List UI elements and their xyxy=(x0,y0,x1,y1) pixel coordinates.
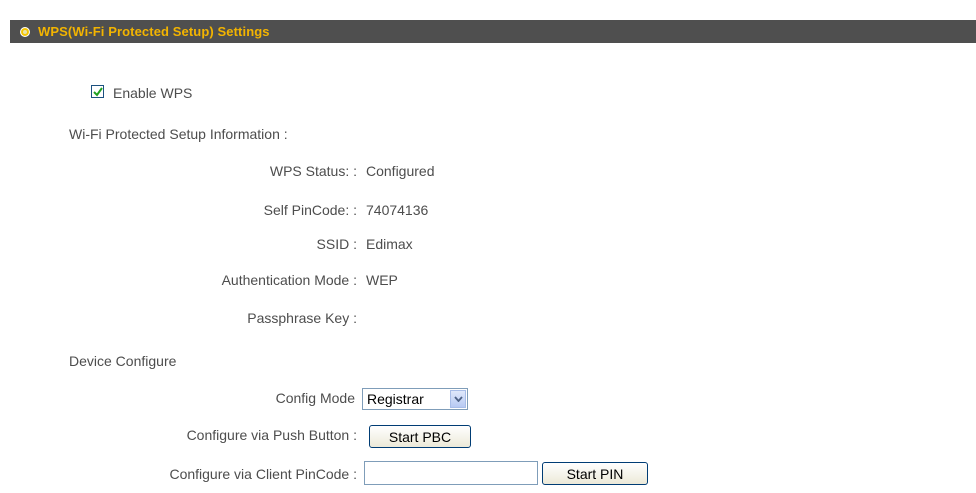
config-mode-label: Config Mode xyxy=(275,390,355,406)
config-mode-value: Registrar xyxy=(367,391,424,407)
start-pbc-button[interactable]: Start PBC xyxy=(369,425,471,448)
config-mode-select[interactable]: Registrar xyxy=(362,388,468,410)
client-pincode-input[interactable] xyxy=(364,461,538,485)
ssid-label: SSID : xyxy=(316,236,357,252)
enable-wps-label: Enable WPS xyxy=(113,85,193,101)
wps-status-value: Configured xyxy=(366,163,435,179)
bullet-icon xyxy=(20,26,30,37)
auth-mode-label: Authentication Mode : xyxy=(221,272,357,288)
push-button-label: Configure via Push Button : xyxy=(186,427,357,443)
client-pin-label: Configure via Client PinCode : xyxy=(169,466,357,482)
wps-status-label: WPS Status: : xyxy=(269,163,357,179)
section-header: WPS(Wi-Fi Protected Setup) Settings xyxy=(10,20,976,43)
ssid-value: Edimax xyxy=(366,236,413,252)
checkmark-icon xyxy=(93,87,103,97)
start-pin-button[interactable]: Start PIN xyxy=(542,462,648,485)
self-pincode-label: Self PinCode: : xyxy=(263,202,357,218)
chevron-down-icon[interactable] xyxy=(450,390,466,408)
self-pincode-value: 74074136 xyxy=(366,202,429,218)
enable-wps-checkbox[interactable] xyxy=(91,85,104,98)
section-title: WPS(Wi-Fi Protected Setup) Settings xyxy=(38,24,270,39)
auth-mode-value: WEP xyxy=(366,272,398,288)
device-configure-heading: Device Configure xyxy=(69,353,177,369)
passphrase-label: Passphrase Key : xyxy=(247,310,357,326)
info-heading: Wi-Fi Protected Setup Information : xyxy=(69,126,288,142)
